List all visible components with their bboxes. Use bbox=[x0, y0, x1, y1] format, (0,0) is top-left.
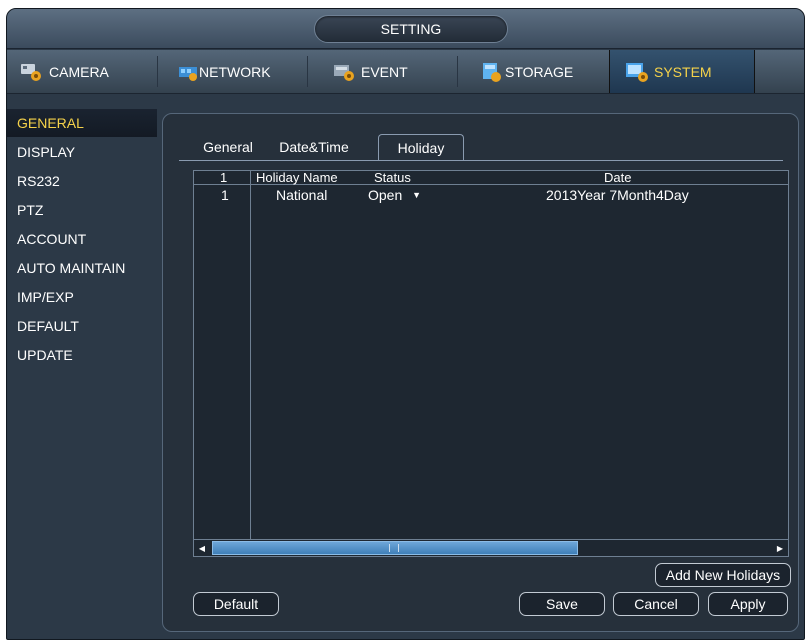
sidebar-item-account[interactable]: ACCOUNT bbox=[7, 225, 157, 253]
tab-network-label: NETWORK bbox=[199, 63, 271, 80]
sidebar-item-imp-exp[interactable]: IMP/EXP bbox=[7, 283, 157, 311]
storage-icon bbox=[481, 61, 503, 83]
table-header: 1 Holiday Name Status Date bbox=[194, 171, 788, 185]
tab-system-label: SYSTEM bbox=[654, 63, 712, 80]
sidebar-item-display[interactable]: DISPLAY bbox=[7, 138, 157, 166]
tab-event-label: EVENT bbox=[361, 63, 408, 80]
network-icon bbox=[177, 61, 199, 83]
tab-divider bbox=[157, 56, 158, 87]
tab-divider-line bbox=[179, 160, 783, 161]
tab-event[interactable]: EVENT bbox=[323, 50, 453, 93]
holiday-table: 1 Holiday Name Status Date 1 National Op… bbox=[193, 170, 789, 557]
table-row[interactable]: 1 National Open ▼ 2013Year 7Month4Day bbox=[194, 186, 788, 204]
tab-date-time[interactable]: Date&Time bbox=[273, 134, 355, 160]
sidebar-item-rs232[interactable]: RS232 bbox=[7, 167, 157, 195]
save-button[interactable]: Save bbox=[519, 592, 605, 616]
tab-storage-label: STORAGE bbox=[505, 63, 574, 80]
tab-system[interactable]: SYSTEM bbox=[609, 50, 755, 93]
horizontal-scrollbar[interactable]: ◀ ▶ bbox=[194, 539, 788, 556]
column-divider bbox=[250, 171, 251, 539]
tab-divider bbox=[457, 56, 458, 87]
tab-general[interactable]: General bbox=[197, 134, 259, 160]
cancel-button[interactable]: Cancel bbox=[613, 592, 699, 616]
column-header-date[interactable]: Date bbox=[604, 171, 631, 185]
column-header-status[interactable]: Status bbox=[374, 171, 411, 185]
sidebar-item-default[interactable]: DEFAULT bbox=[7, 312, 157, 340]
scroll-right-icon[interactable]: ▶ bbox=[774, 543, 786, 554]
system-icon bbox=[624, 61, 650, 83]
title-bar: SETTING bbox=[7, 9, 804, 49]
sidebar-item-update[interactable]: UPDATE bbox=[7, 341, 157, 369]
sidebar-item-ptz[interactable]: PTZ bbox=[7, 196, 157, 224]
sidebar-item-general[interactable]: GENERAL bbox=[7, 109, 157, 137]
tab-network[interactable]: NETWORK bbox=[169, 50, 305, 93]
camera-settings-icon bbox=[19, 61, 45, 83]
date-cell: 2013Year 7Month4Day bbox=[546, 187, 689, 203]
dropdown-arrow-icon: ▼ bbox=[412, 190, 422, 200]
settings-window: SETTING CAMERA NETWORK EVENT STORAGE SYS… bbox=[6, 8, 805, 640]
default-button[interactable]: Default bbox=[193, 592, 279, 616]
event-icon bbox=[331, 61, 357, 83]
tab-camera[interactable]: CAMERA bbox=[11, 50, 157, 93]
add-new-holidays-button[interactable]: Add New Holidays bbox=[655, 563, 791, 587]
tab-camera-label: CAMERA bbox=[49, 63, 109, 80]
apply-button[interactable]: Apply bbox=[708, 592, 788, 616]
tab-storage[interactable]: STORAGE bbox=[473, 50, 609, 93]
main-tab-bar: CAMERA NETWORK EVENT STORAGE SYSTEM bbox=[7, 50, 804, 94]
tab-holiday[interactable]: Holiday bbox=[378, 134, 464, 160]
scroll-left-icon[interactable]: ◀ bbox=[196, 543, 208, 554]
holiday-name-cell: National bbox=[276, 187, 328, 203]
window-title: SETTING bbox=[314, 15, 508, 43]
sidebar: GENERAL DISPLAY RS232 PTZ ACCOUNT AUTO M… bbox=[7, 109, 157, 370]
column-header-index[interactable]: 1 bbox=[220, 171, 227, 185]
status-dropdown[interactable]: Open ▼ bbox=[368, 186, 421, 206]
scroll-grip-icon bbox=[389, 544, 399, 552]
column-header-holiday-name[interactable]: Holiday Name bbox=[256, 171, 338, 185]
status-value: Open bbox=[368, 187, 403, 203]
row-index: 1 bbox=[221, 187, 229, 203]
scroll-thumb[interactable] bbox=[212, 541, 578, 555]
settings-panel: General Date&Time Holiday 1 Holiday Name… bbox=[162, 113, 799, 632]
sidebar-item-auto-maintain[interactable]: AUTO MAINTAIN bbox=[7, 254, 157, 282]
tab-divider bbox=[307, 56, 308, 87]
